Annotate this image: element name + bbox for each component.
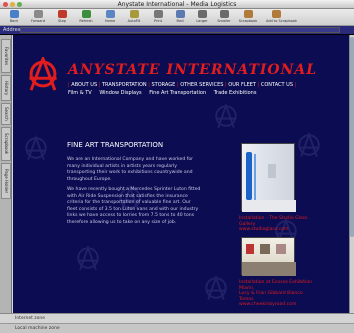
side-tab-favorites[interactable]: Favorites bbox=[1, 39, 11, 73]
autofill-icon bbox=[129, 10, 139, 18]
address-input[interactable] bbox=[20, 27, 340, 33]
scrapbook-icon bbox=[243, 10, 253, 18]
fleet-paragraph: We have recently bought a Mercedes Sprin… bbox=[67, 187, 201, 225]
installation-caption-2: Installation at Ecosse Exhibition Miami.… bbox=[239, 280, 313, 308]
explorer-side-tabs: Favorites History Search Scrapbook Page … bbox=[0, 35, 12, 313]
back-icon bbox=[9, 10, 19, 18]
exhibition-photo[interactable] bbox=[241, 237, 296, 276]
toolbar-button-print[interactable]: Print bbox=[148, 10, 168, 25]
zone-text: Local machine zone bbox=[15, 326, 60, 331]
background-anarchy-icon bbox=[25, 135, 47, 161]
nav-our-fleet[interactable]: OUR FLEET bbox=[228, 82, 256, 88]
side-tab-search[interactable]: Search bbox=[1, 103, 11, 125]
toolbar-button-label: Add to Scrapbook bbox=[266, 19, 297, 23]
add-to-scrapbook-icon bbox=[271, 10, 281, 18]
status-text: Internet zone bbox=[15, 316, 46, 321]
browser-toolbar: Back Forward Stop Refresh Home AutoFill Print M… bbox=[0, 9, 354, 26]
background-anarchy-icon bbox=[205, 275, 227, 301]
status-bar: Internet zone bbox=[0, 313, 354, 323]
background-anarchy-icon bbox=[215, 103, 237, 129]
toolbar-button-label: Larger bbox=[196, 19, 208, 23]
window-titlebar: Anystate International - Media Logistics bbox=[0, 0, 354, 9]
site-title: ANYSTATE INTERNATIONAL bbox=[68, 62, 318, 78]
refresh-icon bbox=[81, 10, 91, 18]
nav-transportation[interactable]: TRANSPORTATION bbox=[102, 82, 147, 88]
toolbar-button-label: AutoFill bbox=[127, 19, 141, 23]
toolbar-button-label: Home bbox=[104, 19, 116, 23]
installation-caption-1: Installation - The Studio Glass Gallery … bbox=[239, 216, 308, 233]
scroll-thumb[interactable] bbox=[350, 37, 354, 237]
toolbar-button-mail[interactable]: Mail bbox=[170, 10, 190, 25]
toolbar-button-label: Smaller bbox=[217, 19, 231, 23]
toolbar-button-larger[interactable]: Larger bbox=[192, 10, 212, 25]
larger-icon bbox=[197, 10, 207, 18]
background-anarchy-icon bbox=[298, 132, 320, 158]
smaller-icon bbox=[219, 10, 229, 18]
mail-icon bbox=[175, 10, 185, 18]
nav-about-us[interactable]: ABOUT US bbox=[71, 82, 97, 88]
toolbar-button-refresh[interactable]: Refresh bbox=[76, 10, 96, 25]
subnav-fine-art-transportation[interactable]: Fine Art Transportation bbox=[149, 90, 206, 96]
side-tab-history[interactable]: History bbox=[1, 75, 11, 101]
primary-nav: | ABOUT US | TRANSPORTATION | STORAGE | … bbox=[68, 82, 297, 88]
toolbar-button-label: Refresh bbox=[79, 19, 93, 23]
toolbar-button-stop[interactable]: Stop bbox=[52, 10, 72, 25]
toolbar-button-back[interactable]: Back bbox=[4, 10, 24, 25]
subnav-film-tv[interactable]: Film & TV bbox=[68, 90, 92, 96]
toolbar-button-add-to-scrapbook[interactable]: Add to Scrapbook bbox=[266, 10, 297, 25]
address-bar: Address bbox=[0, 26, 354, 35]
stop-icon bbox=[57, 10, 67, 18]
toolbar-button-label: Back bbox=[9, 19, 19, 23]
toolbar-button-label: Forward bbox=[30, 19, 46, 23]
web-page-content: ANYSTATE INTERNATIONAL | ABOUT US | TRAN… bbox=[13, 35, 349, 313]
nav-other-services[interactable]: OTHER SERVICES bbox=[180, 82, 223, 88]
nav-contact-us[interactable]: CONTACT US bbox=[261, 82, 293, 88]
toolbar-button-forward[interactable]: Forward bbox=[28, 10, 48, 25]
print-icon bbox=[153, 10, 163, 18]
gallery-installation-photo[interactable] bbox=[241, 143, 296, 212]
intro-paragraph: We are an International Company and have… bbox=[67, 157, 194, 182]
subnav-trade-exhibitions[interactable]: Trade Exhibitions bbox=[214, 90, 257, 96]
toolbar-button-label: Print bbox=[153, 19, 163, 23]
toolbar-button-scrapbook[interactable]: Scrapbook bbox=[238, 10, 258, 25]
nav-storage[interactable]: STORAGE bbox=[152, 82, 176, 88]
section-title: FINE ART TRANSPORTATION bbox=[67, 141, 164, 149]
anarchy-logo-icon[interactable] bbox=[26, 57, 60, 91]
toolbar-button-smaller[interactable]: Smaller bbox=[214, 10, 234, 25]
toolbar-button-autofill[interactable]: AutoFill bbox=[124, 10, 144, 25]
toolbar-button-label: Mail bbox=[176, 19, 184, 23]
forward-icon bbox=[33, 10, 43, 18]
secondary-nav: Film & TV Window Displays Fine Art Trans… bbox=[68, 90, 262, 96]
toolbar-button-home[interactable]: Home bbox=[100, 10, 120, 25]
toolbar-button-label: Stop bbox=[58, 19, 66, 23]
subnav-window-displays[interactable]: Window Displays bbox=[99, 90, 141, 96]
background-anarchy-icon bbox=[77, 245, 99, 271]
toolbar-button-label: Scrapbook bbox=[238, 19, 258, 23]
vertical-scrollbar[interactable] bbox=[349, 35, 354, 313]
window-title: Anystate International - Media Logistics bbox=[117, 1, 237, 8]
side-tab-page-holder[interactable]: Page Holder bbox=[1, 163, 11, 199]
zone-bar: Local machine zone bbox=[0, 323, 354, 333]
side-tab-scrapbook[interactable]: Scrapbook bbox=[1, 127, 11, 161]
home-icon bbox=[105, 10, 115, 18]
